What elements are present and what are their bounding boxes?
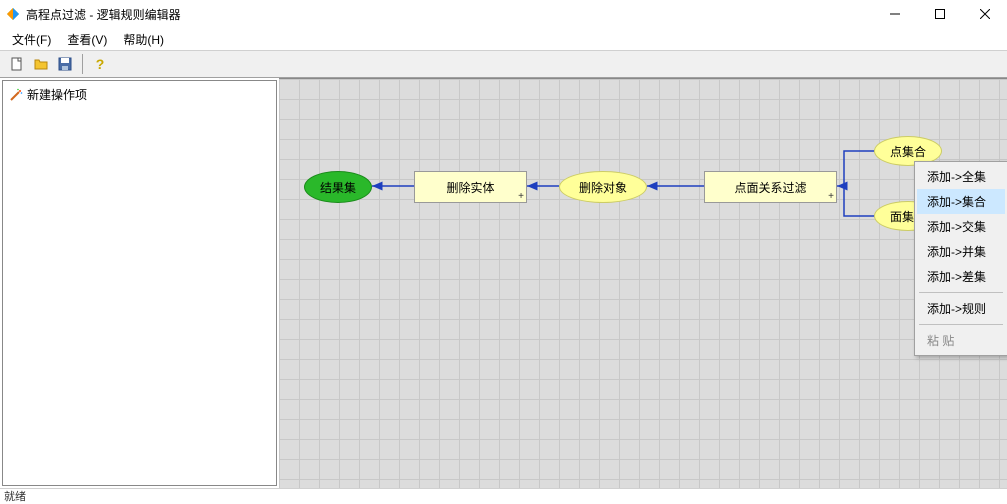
tree-panel[interactable]: 新建操作项 [2,80,277,486]
node-label: 删除实体 [446,179,494,196]
node-label: 删除对象 [579,179,627,196]
context-menu: 添加->全集 添加->集合 添加->交集 添加->并集 添加->差集 添加->规… [914,161,1007,356]
ctx-paste[interactable]: 粘 贴 [917,328,1005,353]
close-button[interactable] [962,0,1007,28]
canvas[interactable]: 结果集 删除实体 + 删除对象 点面关系过滤 + 点集合 面集合 添加->全集 … [279,78,1007,488]
window-title: 高程点过滤 - 逻辑规则编辑器 [26,6,872,23]
save-button[interactable] [54,53,76,75]
ctx-separator [919,292,1003,293]
toolbar-separator [82,54,83,74]
menu-help[interactable]: 帮助(H) [115,29,172,50]
node-label: 点集合 [890,143,926,160]
ctx-add-rule[interactable]: 添加->规则 [917,296,1005,321]
toolbar: ? [0,50,1007,78]
wand-icon [9,88,23,102]
open-file-button[interactable] [30,53,52,75]
node-delete-entity[interactable]: 删除实体 + [414,171,527,203]
ctx-add-difference[interactable]: 添加->差集 [917,264,1005,289]
ctx-add-intersection[interactable]: 添加->交集 [917,214,1005,239]
help-button[interactable]: ? [89,53,111,75]
node-label: 点面关系过滤 [734,179,806,196]
tree-item-label: 新建操作项 [27,86,87,103]
svg-text:?: ? [96,56,105,72]
ctx-separator [919,324,1003,325]
node-result[interactable]: 结果集 [304,171,372,203]
maximize-button[interactable] [917,0,962,28]
ctx-add-union[interactable]: 添加->并集 [917,239,1005,264]
node-delete-object[interactable]: 删除对象 [559,171,647,203]
minimize-button[interactable] [872,0,917,28]
app-logo-icon [6,7,20,21]
node-label: 结果集 [320,179,356,196]
ctx-add-set[interactable]: 添加->集合 [917,189,1005,214]
menu-bar: 文件(F) 查看(V) 帮助(H) [0,28,1007,50]
title-bar: 高程点过滤 - 逻辑规则编辑器 [0,0,1007,28]
menu-file[interactable]: 文件(F) [4,29,59,50]
ctx-add-all[interactable]: 添加->全集 [917,164,1005,189]
node-filter[interactable]: 点面关系过滤 + [704,171,837,203]
tree-root-item[interactable]: 新建操作项 [7,85,272,104]
status-text: 就绪 [4,488,26,504]
expand-icon: + [518,191,524,202]
new-file-button[interactable] [6,53,28,75]
menu-view[interactable]: 查看(V) [59,29,115,50]
main-area: 新建操作项 结果集 删除实体 + [0,78,1007,488]
status-bar: 就绪 [0,488,1007,503]
expand-icon: + [828,191,834,202]
